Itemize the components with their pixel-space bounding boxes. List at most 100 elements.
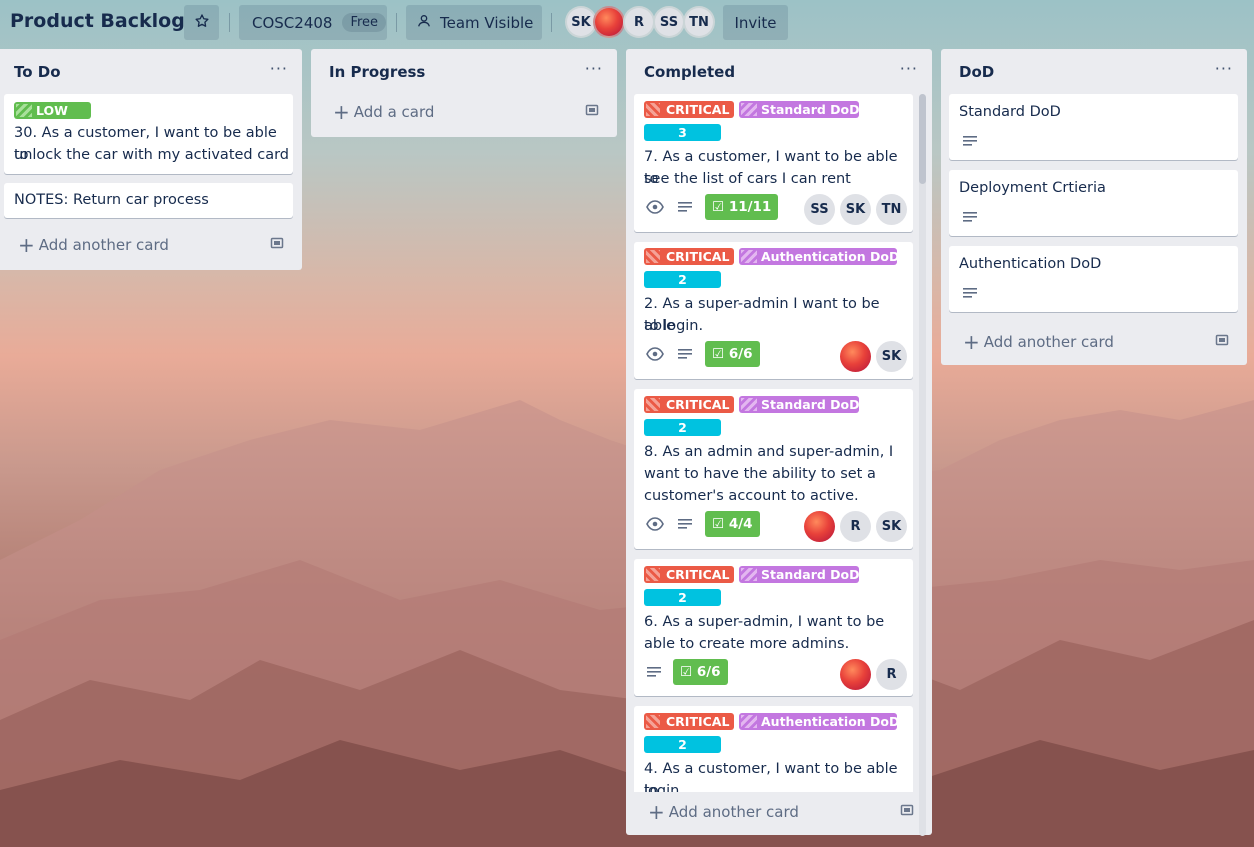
checklist-count: 6/6 xyxy=(696,664,721,680)
checklist-icon: ☑ xyxy=(712,199,725,215)
card[interactable]: CRITICAL Standard DoD 3 7. As a customer… xyxy=(634,94,913,232)
more-horizontal-icon[interactable]: ··· xyxy=(585,59,603,78)
header-divider xyxy=(551,13,552,32)
more-horizontal-icon[interactable]: ··· xyxy=(900,59,918,78)
label-dod: Authentication DoD xyxy=(739,713,897,730)
list-in-progress: In Progress ··· + Add a card xyxy=(311,49,617,137)
card-title-line: 8. As an admin and super-admin, I xyxy=(644,444,894,460)
card-template-icon[interactable] xyxy=(1215,333,1229,351)
star-button[interactable] xyxy=(184,5,219,40)
list-header: Completed ··· xyxy=(626,49,932,93)
eye-icon xyxy=(646,517,664,535)
card[interactable]: Deployment Crtieria xyxy=(949,170,1238,236)
list-title[interactable]: DoD xyxy=(959,63,994,81)
card-title-line: customer's account to active. xyxy=(644,488,859,504)
label-critical: CRITICAL xyxy=(644,566,734,583)
card-title-line: to login. xyxy=(644,318,704,334)
add-card-label: Add another card xyxy=(983,333,1114,351)
description-icon xyxy=(678,201,692,217)
checklist-count: 4/4 xyxy=(728,516,753,532)
add-card-button[interactable]: + Add another card xyxy=(18,233,169,257)
card[interactable]: CRITICAL Authentication DoD 2 4. As a cu… xyxy=(634,706,913,792)
card-title: Deployment Crtieria xyxy=(959,180,1106,196)
card-member-avatar-photo[interactable] xyxy=(840,341,871,372)
card-template-icon[interactable] xyxy=(585,103,599,121)
card-member-avatar[interactable]: R xyxy=(840,511,871,542)
label-dod: Standard DoD xyxy=(739,396,859,413)
card[interactable]: LOW 30. As a customer, I want to be able… xyxy=(4,94,293,174)
star-icon xyxy=(194,13,210,33)
description-icon xyxy=(678,518,692,534)
more-horizontal-icon[interactable]: ··· xyxy=(1215,59,1233,78)
card-member-avatar-photo[interactable] xyxy=(804,511,835,542)
card[interactable]: NOTES: Return car process xyxy=(4,183,293,218)
description-icon xyxy=(647,666,661,682)
more-horizontal-icon[interactable]: ··· xyxy=(270,59,288,78)
add-card-button[interactable]: + Add another card xyxy=(963,330,1114,354)
card-member-avatar[interactable]: SS xyxy=(804,194,835,225)
card-title: Authentication DoD xyxy=(959,256,1102,272)
label-critical: CRITICAL xyxy=(644,101,734,118)
card-title: Standard DoD xyxy=(959,104,1061,120)
label-low: LOW xyxy=(14,102,91,119)
board-header: Product Backlog COSC2408 Free Team Visib… xyxy=(0,0,1254,44)
label-critical: CRITICAL xyxy=(644,248,734,265)
add-card-button[interactable]: + Add another card xyxy=(648,800,799,824)
card-title: NOTES: Return car process xyxy=(14,192,209,208)
card[interactable]: CRITICAL Standard DoD 2 8. As an admin a… xyxy=(634,389,913,549)
card[interactable]: Standard DoD xyxy=(949,94,1238,160)
label-critical: CRITICAL xyxy=(644,713,734,730)
card-template-icon[interactable] xyxy=(900,803,914,821)
description-icon xyxy=(963,287,977,303)
checklist-icon: ☑ xyxy=(712,346,725,362)
checklist-badge: ☑ 6/6 xyxy=(673,659,728,685)
visibility-button[interactable]: Team Visible xyxy=(406,5,542,40)
eye-icon xyxy=(646,347,664,365)
add-card-label: Add a card xyxy=(353,103,435,121)
add-card-label: Add another card xyxy=(668,803,799,821)
card-title-line: 6. As a super-admin, I want to be xyxy=(644,614,885,630)
checklist-icon: ☑ xyxy=(680,664,693,680)
card-member-avatar[interactable]: SK xyxy=(876,511,907,542)
card[interactable]: Authentication DoD xyxy=(949,246,1238,312)
member-avatar[interactable]: TN xyxy=(683,6,715,38)
list-scrollbar[interactable] xyxy=(919,94,926,836)
card-member-avatar[interactable]: SK xyxy=(840,194,871,225)
card-member-avatar[interactable]: SK xyxy=(876,341,907,372)
scrollbar-thumb[interactable] xyxy=(919,94,926,184)
list-title[interactable]: To Do xyxy=(14,63,61,81)
add-card-button[interactable]: + Add a card xyxy=(333,100,434,124)
plan-badge: Free xyxy=(342,13,387,32)
checklist-icon: ☑ xyxy=(712,516,725,532)
description-icon xyxy=(678,348,692,364)
card-title-line: see the list of cars I can rent xyxy=(644,171,851,187)
card-title-line: 4. As a customer, I want to be able to xyxy=(644,761,898,792)
plus-icon: + xyxy=(18,233,35,257)
plus-icon: + xyxy=(963,330,980,354)
header-divider xyxy=(229,13,230,32)
list-title[interactable]: Completed xyxy=(644,63,735,81)
label-points: 3 xyxy=(644,124,721,141)
card[interactable]: CRITICAL Standard DoD 2 6. As a super-ad… xyxy=(634,559,913,696)
card-title-line: unlock the car with my activated card xyxy=(14,147,290,163)
card-member-avatar-photo[interactable] xyxy=(840,659,871,690)
label-points: 2 xyxy=(644,419,721,436)
card-template-icon[interactable] xyxy=(270,236,284,254)
plus-icon: + xyxy=(333,100,350,124)
plus-icon: + xyxy=(648,800,665,824)
card-member-avatar[interactable]: TN xyxy=(876,194,907,225)
list-dod: DoD ··· Standard DoD Deployment Crtieria… xyxy=(941,49,1247,365)
list-completed: Completed ··· CRITICAL Standard DoD 3 7.… xyxy=(626,49,932,836)
visibility-label: Team Visible xyxy=(440,13,534,32)
workspace-button[interactable]: COSC2408 Free xyxy=(239,5,387,40)
member-avatar-photo[interactable] xyxy=(593,6,625,38)
list-title[interactable]: In Progress xyxy=(329,63,425,81)
card[interactable]: CRITICAL Authentication DoD 2 2. As a su… xyxy=(634,242,913,379)
member-avatar[interactable]: R xyxy=(623,6,655,38)
member-avatar[interactable]: SS xyxy=(653,6,685,38)
invite-button[interactable]: Invite xyxy=(723,5,788,40)
description-icon xyxy=(963,135,977,151)
list-header: DoD ··· xyxy=(941,49,1247,93)
board-title[interactable]: Product Backlog xyxy=(10,10,185,32)
card-member-avatar[interactable]: R xyxy=(876,659,907,690)
